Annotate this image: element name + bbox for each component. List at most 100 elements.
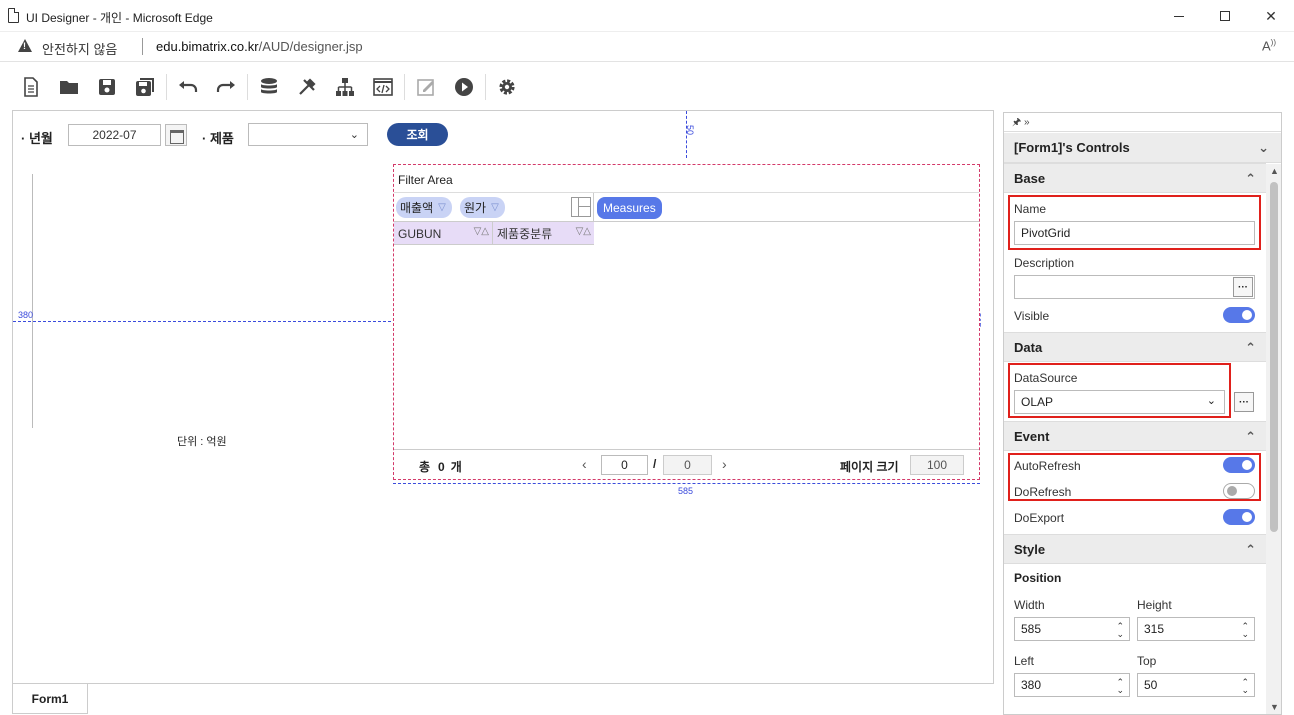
page-size-input[interactable]: 100 — [910, 455, 964, 475]
chevron-up-icon[interactable]: ⌃ — [1245, 171, 1256, 187]
datasource-more-button[interactable]: ··· — [1234, 392, 1254, 412]
spinner-icon[interactable]: ⌃ ⌄ — [1116, 622, 1124, 639]
chevron-down-icon[interactable]: ⌄ — [1258, 140, 1269, 156]
toolbar-separator — [485, 74, 486, 100]
warning-icon[interactable] — [18, 39, 32, 52]
url-host: edu.bimatrix.co.kr — [156, 39, 259, 54]
product-label: · 제품 — [202, 131, 234, 146]
total-number: 0 — [438, 460, 445, 474]
query-button[interactable]: 조회 — [387, 123, 448, 146]
scroll-down-icon[interactable]: ▼ — [1270, 702, 1279, 712]
section-base[interactable]: Base ⌃ — [1004, 163, 1266, 193]
data-field-label: 매출액 — [400, 201, 434, 215]
tab-form1[interactable]: Form1 — [12, 684, 88, 714]
highlight-box — [1008, 195, 1261, 250]
page-slash: / — [653, 457, 657, 471]
section-base-label: Base — [1014, 170, 1046, 186]
total-label: 총 — [419, 460, 431, 474]
panel-title[interactable]: [Form1]'s Controls ⌄ — [1004, 133, 1281, 163]
chevron-up-icon[interactable]: ⌃ — [1245, 340, 1256, 356]
total-unit: 개 — [450, 460, 462, 474]
spinner-icon[interactable]: ⌃ ⌄ — [1241, 622, 1249, 639]
filter-sort-icon[interactable]: ▽△ — [474, 226, 489, 237]
toolbar-separator — [166, 74, 167, 100]
new-file-button[interactable] — [12, 70, 50, 104]
pin-icon[interactable]: 🖈 » — [1012, 117, 1030, 128]
do-export-label: DoExport — [1014, 511, 1065, 525]
open-folder-button[interactable] — [50, 70, 88, 104]
page-icon — [8, 8, 19, 23]
data-field-chip[interactable]: 매출액 ▽ — [396, 197, 452, 218]
filter-icon[interactable]: ▽ — [438, 202, 446, 213]
code-icon — [373, 78, 393, 96]
do-export-toggle[interactable] — [1223, 509, 1255, 525]
width-guide-line — [393, 483, 980, 484]
hierarchy-button[interactable] — [326, 70, 364, 104]
close-button[interactable]: ✕ — [1248, 0, 1294, 32]
code-view-button[interactable] — [364, 70, 402, 104]
description-field[interactable] — [1014, 275, 1255, 299]
layout-icon[interactable] — [571, 197, 591, 217]
filter-icon[interactable]: ▽ — [491, 202, 499, 213]
section-data[interactable]: Data ⌃ — [1004, 332, 1266, 362]
save-button[interactable] — [88, 70, 126, 104]
calendar-icon[interactable] — [165, 124, 187, 146]
row-field-header[interactable]: GUBUN ▽△ — [394, 222, 493, 245]
page-total: 0 — [663, 455, 712, 475]
scrollbar-thumb[interactable] — [1270, 182, 1278, 532]
read-aloud-icon[interactable]: A)) — [1262, 38, 1276, 53]
settings-button[interactable] — [488, 70, 526, 104]
chevron-left-icon[interactable]: ‹ — [582, 456, 587, 472]
filter-area[interactable]: Filter Area — [394, 165, 979, 193]
top-input[interactable]: 50 ⌃ ⌄ — [1137, 673, 1255, 697]
height-input[interactable]: 315 ⌃ ⌄ — [1137, 617, 1255, 641]
width-input[interactable]: 585 ⌃ ⌄ — [1014, 617, 1130, 641]
save-all-button[interactable] — [126, 70, 164, 104]
minimize-button[interactable] — [1156, 0, 1202, 32]
url-path: /AUD/designer.jsp — [258, 39, 363, 54]
data-field-chip[interactable]: 원가 ▽ — [460, 197, 505, 218]
address-bar[interactable]: 안전하지 않음 edu.bimatrix.co.kr/AUD/designer.… — [0, 32, 1294, 62]
maximize-button[interactable] — [1202, 0, 1248, 32]
measures-chip[interactable]: Measures — [597, 197, 662, 219]
row-field-area[interactable]: GUBUN ▽△ 제품중분류 ▽△ — [394, 222, 594, 245]
scroll-up-icon[interactable]: ▲ — [1270, 166, 1279, 176]
undo-button[interactable] — [169, 70, 207, 104]
filter-sort-icon[interactable]: ▽△ — [576, 226, 591, 237]
pivot-grid[interactable]: Filter Area 매출액 ▽ 원가 ▽ Measures GUBUN ▽△ 제품… — [393, 164, 980, 480]
left-input[interactable]: 380 ⌃ ⌄ — [1014, 673, 1130, 697]
product-select[interactable]: ⌄ — [248, 123, 368, 146]
minimize-icon — [1174, 15, 1184, 17]
section-event[interactable]: Event ⌃ — [1004, 421, 1266, 451]
run-button[interactable] — [445, 70, 483, 104]
panel-scrollbar[interactable]: ▲ ▼ — [1266, 164, 1281, 714]
chart-placeholder-edge — [32, 174, 33, 428]
year-month-input[interactable]: 2022-07 — [68, 124, 161, 146]
pivot-footer: 총0개 ‹ 0 / 0 › 페이지 크기 100 — [394, 449, 979, 479]
redo-button[interactable] — [207, 70, 245, 104]
data-field-area[interactable]: 매출액 ▽ 원가 ▽ Measures — [394, 193, 979, 222]
chevron-right-icon[interactable]: › — [722, 456, 727, 472]
chevron-up-icon[interactable]: ⌃ — [1245, 542, 1256, 558]
panel-title-text: [Form1]'s Controls — [1014, 140, 1130, 155]
design-canvas[interactable]: · 년월 2022-07 · 제품 ⌄ 조회 단위 : 억원 380 50 31… — [12, 110, 994, 684]
spinner-icon[interactable]: ⌃ ⌄ — [1241, 678, 1249, 695]
description-more-button[interactable]: ··· — [1233, 277, 1253, 297]
visible-toggle[interactable] — [1223, 307, 1255, 323]
url-text[interactable]: edu.bimatrix.co.kr/AUD/designer.jsp — [156, 39, 363, 54]
spinner-icon[interactable]: ⌃ ⌄ — [1116, 678, 1124, 695]
tools-icon — [299, 78, 316, 95]
edit-button[interactable] — [407, 70, 445, 104]
database-button[interactable] — [250, 70, 288, 104]
run-icon — [455, 78, 473, 96]
tools-button[interactable] — [288, 70, 326, 104]
row-field-header[interactable]: 제품중분류 ▽△ — [493, 222, 594, 245]
width-value: 585 — [1021, 622, 1042, 636]
description-label: Description — [1014, 256, 1075, 270]
page-current-input[interactable]: 0 — [601, 455, 648, 475]
panel-pin-bar[interactable]: 🖈 » — [1004, 113, 1281, 132]
section-style[interactable]: Style ⌃ — [1004, 534, 1266, 564]
edit-icon — [417, 79, 434, 96]
insecure-label[interactable]: 안전하지 않음 — [42, 39, 117, 58]
chevron-up-icon[interactable]: ⌃ — [1245, 429, 1256, 445]
